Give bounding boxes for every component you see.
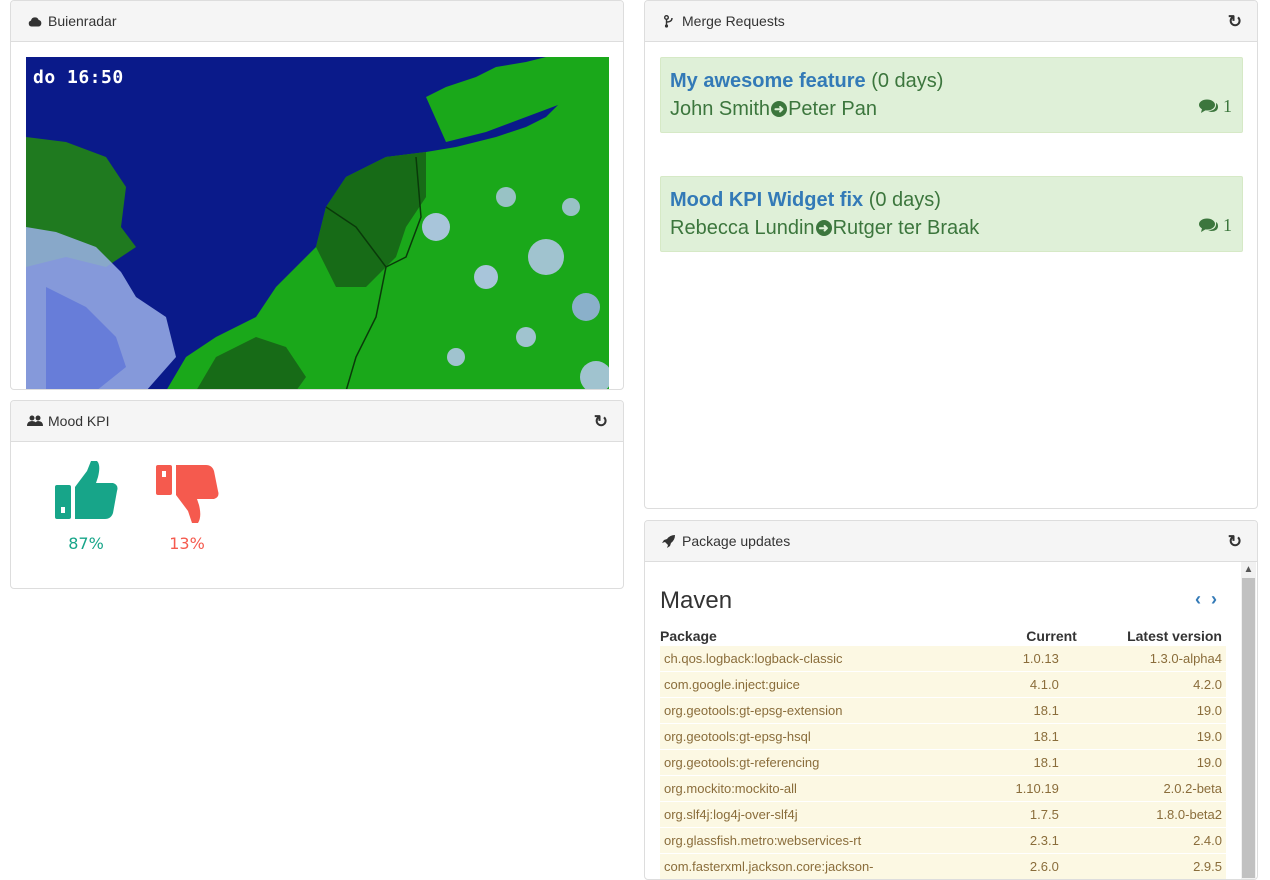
code-fork-icon — [661, 14, 677, 28]
package-updates-body[interactable]: Maven ‹ › Package Current Latest version… — [645, 562, 1257, 879]
current-version: 2.3.1 — [979, 827, 1081, 854]
merge-request-link[interactable]: My awesome feature — [670, 70, 866, 92]
table-row: com.fasterxml.jackson.core:jackson- 2.6.0… — [660, 853, 1226, 879]
arrow-circle-right-icon: ➜ — [771, 101, 788, 117]
refresh-icon[interactable]: ↻ — [594, 413, 608, 430]
merge-request-assignee: Rutger ter Braak — [832, 217, 980, 239]
current-version: 2.6.0 — [979, 853, 1081, 879]
latest-version: 4.2.0 — [1080, 671, 1226, 698]
chevron-left-icon[interactable]: ‹ — [1195, 589, 1201, 610]
latest-version: 2.9.5 — [1080, 853, 1226, 879]
scrollbar[interactable]: ▲ — [1241, 562, 1256, 879]
table-row: org.slf4j:log4j-over-slf4j 1.7.5 1.8.0-bet… — [660, 801, 1226, 828]
latest-version: 19.0 — [1080, 723, 1226, 750]
table-row: ch.qos.logback:logback-classic 1.0.13 1.3.… — [660, 645, 1226, 672]
cloud-icon — [27, 14, 43, 28]
package-section-title: Maven — [660, 587, 733, 614]
buienradar-panel: Buienradar do 16:50 — [10, 0, 624, 390]
column-header-current: Current — [1026, 628, 1077, 644]
column-header-latest: Latest version — [1127, 628, 1222, 644]
latest-version: 19.0 — [1080, 749, 1226, 776]
package-name: com.fasterxml.jackson.core:jackson- — [660, 853, 980, 879]
mood-negative-percent: 13% — [169, 534, 205, 553]
buienradar-heading: Buienradar — [11, 1, 623, 42]
current-version: 1.0.13 — [979, 645, 1081, 672]
merge-request-age: (0 days) — [868, 189, 941, 211]
merge-request-link[interactable]: Mood KPI Widget fix — [670, 189, 863, 211]
merge-request-age: (0 days) — [871, 70, 944, 92]
merge-request-assignee: Peter Pan — [788, 98, 878, 120]
current-version: 18.1 — [979, 697, 1081, 724]
radar-map: do 16:50 — [26, 57, 609, 389]
table-row: org.geotools:gt-referencing 18.1 19.0 — [660, 749, 1226, 776]
merge-request-author: John Smith — [670, 98, 771, 120]
table-row: org.glassfish.metro:webservices-rt 2.3.1 2… — [660, 827, 1226, 854]
thumbs-up-icon — [55, 461, 118, 519]
mood-positive-percent: 87% — [68, 534, 104, 553]
current-version: 1.10.19 — [979, 775, 1081, 802]
package-name: com.google.inject:guice — [660, 671, 980, 698]
radar-timestamp: do 16:50 — [33, 67, 124, 88]
merge-request-item[interactable]: Mood KPI Widget fix (0 days) Rebecca Lun… — [660, 176, 1243, 252]
latest-version: 2.4.0 — [1080, 827, 1226, 854]
arrow-circle-right-icon: ➜ — [815, 220, 832, 236]
package-updates-title: Package updates — [682, 533, 791, 549]
package-name: org.glassfish.metro:webservices-rt — [660, 827, 980, 854]
package-name: org.slf4j:log4j-over-slf4j — [660, 801, 980, 828]
scroll-up-arrow-icon[interactable]: ▲ — [1241, 562, 1256, 577]
users-icon — [27, 414, 43, 428]
merge-requests-title: Merge Requests — [682, 13, 785, 29]
latest-version: 1.8.0-beta2 — [1080, 801, 1226, 828]
rocket-icon — [661, 534, 677, 548]
package-name: org.geotools:gt-referencing — [660, 749, 980, 776]
mood-positive: 87% — [51, 461, 121, 553]
merge-request-comment-count: 1 — [1223, 96, 1232, 116]
latest-version: 19.0 — [1080, 697, 1226, 724]
latest-version: 2.0.2-beta — [1080, 775, 1226, 802]
table-row: org.geotools:gt-epsg-hsql 18.1 19.0 — [660, 723, 1226, 750]
merge-request-comment-count: 1 — [1223, 215, 1232, 235]
comments-icon — [1199, 218, 1218, 232]
mood-kpi-title: Mood KPI — [48, 413, 110, 429]
package-updates-panel: Package updates ↻ Maven ‹ › Package Curr… — [644, 520, 1258, 880]
mood-negative: 13% — [152, 461, 222, 553]
package-name: org.geotools:gt-epsg-hsql — [660, 723, 980, 750]
package-table: Package Current Latest version ch.qos.lo… — [660, 625, 1226, 879]
thumbs-down-icon — [156, 465, 219, 523]
merge-request-author: Rebecca Lundin — [670, 217, 815, 239]
package-updates-heading: Package updates ↻ — [645, 521, 1257, 562]
refresh-icon[interactable]: ↻ — [1228, 533, 1242, 550]
package-name: org.geotools:gt-epsg-extension — [660, 697, 980, 724]
current-version: 4.1.0 — [979, 671, 1081, 698]
current-version: 1.7.5 — [979, 801, 1081, 828]
table-row: com.google.inject:guice 4.1.0 4.2.0 — [660, 671, 1226, 698]
package-name: org.mockito:mockito-all — [660, 775, 980, 802]
scrollbar-thumb[interactable] — [1242, 578, 1255, 878]
chevron-right-icon[interactable]: › — [1211, 589, 1217, 610]
refresh-icon[interactable]: ↻ — [1228, 13, 1242, 30]
mood-kpi-heading: Mood KPI ↻ — [11, 401, 623, 442]
buienradar-title: Buienradar — [48, 13, 117, 29]
table-row: org.geotools:gt-epsg-extension 18.1 19.0 — [660, 697, 1226, 724]
package-name: ch.qos.logback:logback-classic — [660, 645, 980, 672]
merge-request-item[interactable]: My awesome feature (0 days) John Smith ➜ P… — [660, 57, 1243, 133]
latest-version: 1.3.0-alpha4 — [1080, 645, 1226, 672]
current-version: 18.1 — [979, 723, 1081, 750]
mood-kpi-panel: Mood KPI ↻ 87% 13% — [10, 400, 624, 589]
merge-requests-heading: Merge Requests ↻ — [645, 1, 1257, 42]
column-header-package: Package — [660, 628, 717, 644]
current-version: 18.1 — [979, 749, 1081, 776]
merge-requests-panel: Merge Requests ↻ My awesome feature (0 d… — [644, 0, 1258, 509]
comments-icon — [1199, 99, 1218, 113]
table-row: org.mockito:mockito-all 1.10.19 2.0.2-beta — [660, 775, 1226, 802]
